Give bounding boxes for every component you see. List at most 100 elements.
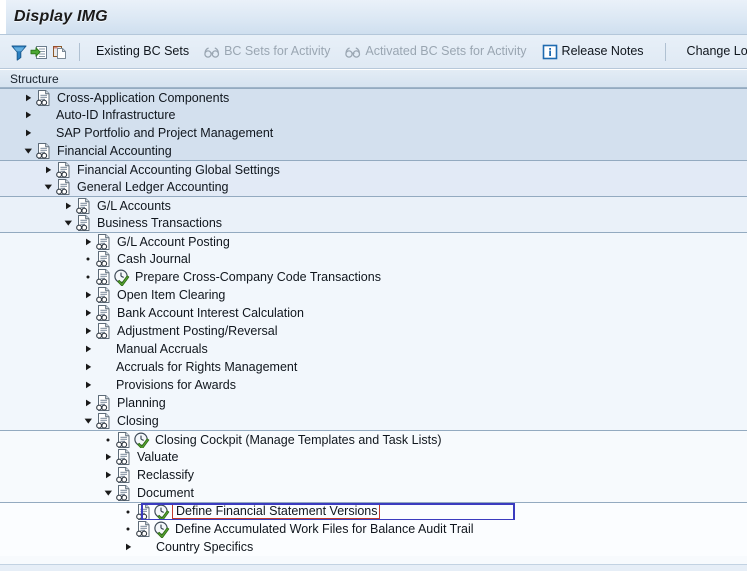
img-document-icon[interactable]: [95, 394, 112, 412]
tree-row[interactable]: Valuate: [0, 448, 747, 466]
glasses-icon: [344, 43, 362, 61]
tree-row[interactable]: Cross-Application Components: [0, 88, 747, 106]
chevron-right-icon[interactable]: [82, 340, 95, 358]
tree-row[interactable]: Country Specifics: [0, 538, 747, 556]
chevron-right-icon[interactable]: [102, 448, 115, 466]
tree-row[interactable]: Closing: [0, 412, 747, 430]
chevron-right-icon[interactable]: [22, 106, 35, 124]
tree-row[interactable]: Adjustment Posting/Reversal: [0, 322, 747, 340]
window-bottom-strip: [0, 564, 747, 571]
tree-row-label: Closing: [117, 414, 159, 428]
chevron-right-icon[interactable]: [22, 124, 35, 142]
chevron-right-icon[interactable]: [82, 233, 95, 251]
tree-row[interactable]: G/L Accounts: [0, 196, 747, 214]
img-document-icon[interactable]: [115, 466, 132, 484]
chevron-right-icon[interactable]: [102, 466, 115, 484]
tree-row-label: G/L Account Posting: [117, 234, 230, 249]
chevron-right-icon[interactable]: [42, 161, 55, 179]
chevron-right-icon[interactable]: [122, 538, 135, 556]
tree-row[interactable]: Define Accumulated Work Files for Balanc…: [0, 520, 747, 538]
chevron-right-icon[interactable]: [82, 376, 95, 394]
release-notes-button-label: Release Notes: [561, 44, 644, 59]
tree-row-label: Business Transactions: [97, 216, 223, 230]
filter-icon[interactable]: [10, 40, 28, 64]
img-activity-executed-icon[interactable]: [153, 503, 170, 521]
img-document-icon[interactable]: [115, 431, 132, 449]
chevron-right-icon[interactable]: [82, 286, 95, 304]
tree-row-label: Cash Journal: [117, 252, 191, 266]
chevron-down-icon[interactable]: [102, 484, 115, 502]
img-document-icon[interactable]: [115, 448, 132, 466]
img-document-icon[interactable]: [35, 89, 52, 107]
change-log-button-label: Change Log: [686, 44, 747, 59]
tree-row[interactable]: General Ledger Accounting: [0, 178, 747, 196]
img-structure-tree[interactable]: Cross-Application Components Auto-ID Infr…: [0, 88, 747, 571]
tree-row[interactable]: Document: [0, 484, 747, 502]
tree-row[interactable]: SAP Portfolio and Project Management: [0, 124, 747, 142]
icon-spacer: [95, 358, 112, 376]
chevron-down-icon[interactable]: [82, 412, 95, 430]
tree-row-label: Adjustment Posting/Reversal: [117, 324, 278, 338]
tree-row[interactable]: Auto-ID Infrastructure: [0, 106, 747, 124]
toolbar-separator: [79, 42, 80, 61]
chevron-right-icon[interactable]: [82, 322, 95, 340]
img-document-icon[interactable]: [55, 161, 72, 179]
activated-bc-sets-for-activity-button-label: Activated BC Sets for Activity: [365, 44, 527, 59]
img-activity-executed-icon[interactable]: [153, 520, 170, 538]
chevron-right-icon[interactable]: [82, 304, 95, 322]
img-document-icon[interactable]: [135, 520, 152, 538]
icon-spacer: [35, 124, 52, 142]
tree-row-label: Define Accumulated Work Files for Balanc…: [175, 522, 474, 536]
release-notes-button[interactable]: Release Notes: [534, 40, 651, 64]
img-document-icon[interactable]: [95, 304, 112, 322]
img-document-icon[interactable]: [95, 250, 112, 268]
img-activity-executed-icon[interactable]: [133, 431, 150, 449]
tree-row[interactable]: G/L Account Posting: [0, 232, 747, 250]
tree-row-label: Planning: [117, 396, 166, 410]
tree-row[interactable]: Prepare Cross-Company Code Transactions: [0, 268, 747, 286]
column-header-structure[interactable]: Structure: [0, 69, 747, 88]
chevron-down-icon[interactable]: [22, 142, 35, 160]
icon-spacer: [95, 376, 112, 394]
img-document-icon[interactable]: [95, 286, 112, 304]
chevron-down-icon[interactable]: [62, 214, 75, 232]
img-document-icon[interactable]: [115, 484, 132, 502]
tree-row[interactable]: Business Transactions: [0, 214, 747, 232]
chevron-right-icon[interactable]: [82, 358, 95, 376]
chevron-right-icon[interactable]: [62, 197, 75, 215]
tree-row-label: SAP Portfolio and Project Management: [56, 126, 274, 140]
tree-row[interactable]: Planning: [0, 394, 747, 412]
img-document-icon[interactable]: [95, 322, 112, 340]
img-document-icon[interactable]: [55, 178, 72, 196]
tree-row[interactable]: Financial Accounting Global Settings: [0, 160, 747, 178]
img-document-icon[interactable]: [95, 268, 112, 286]
tree-row-label: Reclassify: [137, 468, 194, 482]
img-document-icon[interactable]: [75, 214, 92, 232]
tree-row[interactable]: Cash Journal: [0, 250, 747, 268]
img-document-icon[interactable]: [75, 197, 92, 215]
img-document-icon[interactable]: [95, 412, 112, 430]
img-document-icon[interactable]: [35, 142, 52, 160]
tree-row[interactable]: Provisions for Awards: [0, 376, 747, 394]
img-activity-executed-icon[interactable]: [113, 268, 130, 286]
tree-row[interactable]: Bank Account Interest Calculation: [0, 304, 747, 322]
chevron-right-icon[interactable]: [22, 89, 35, 107]
img-document-icon[interactable]: [95, 233, 112, 251]
existing-bc-sets-button[interactable]: Existing BC Sets: [89, 42, 196, 61]
existing-bc-sets-button-label: Existing BC Sets: [96, 44, 190, 59]
expand-node-icon[interactable]: [30, 40, 48, 64]
tree-row-label: Closing Cockpit (Manage Templates and Ta…: [155, 432, 442, 447]
tree-row-label: Provisions for Awards: [116, 378, 236, 392]
tree-row[interactable]: Open Item Clearing: [0, 286, 747, 304]
tree-row[interactable]: Reclassify: [0, 466, 747, 484]
copy-document-icon[interactable]: [50, 40, 68, 64]
chevron-down-icon[interactable]: [42, 178, 55, 196]
tree-row[interactable]: Manual Accruals: [0, 340, 747, 358]
chevron-right-icon[interactable]: [82, 394, 95, 412]
tree-row[interactable]: Closing Cockpit (Manage Templates and Ta…: [0, 430, 747, 449]
tree-row-selected[interactable]: Define Financial Statement Versions: [0, 502, 747, 521]
change-log-button[interactable]: Change Log: [680, 42, 747, 61]
tree-row[interactable]: Financial Accounting: [0, 142, 747, 160]
tree-row[interactable]: Accruals for Rights Management: [0, 358, 747, 376]
img-document-icon[interactable]: [135, 503, 152, 521]
